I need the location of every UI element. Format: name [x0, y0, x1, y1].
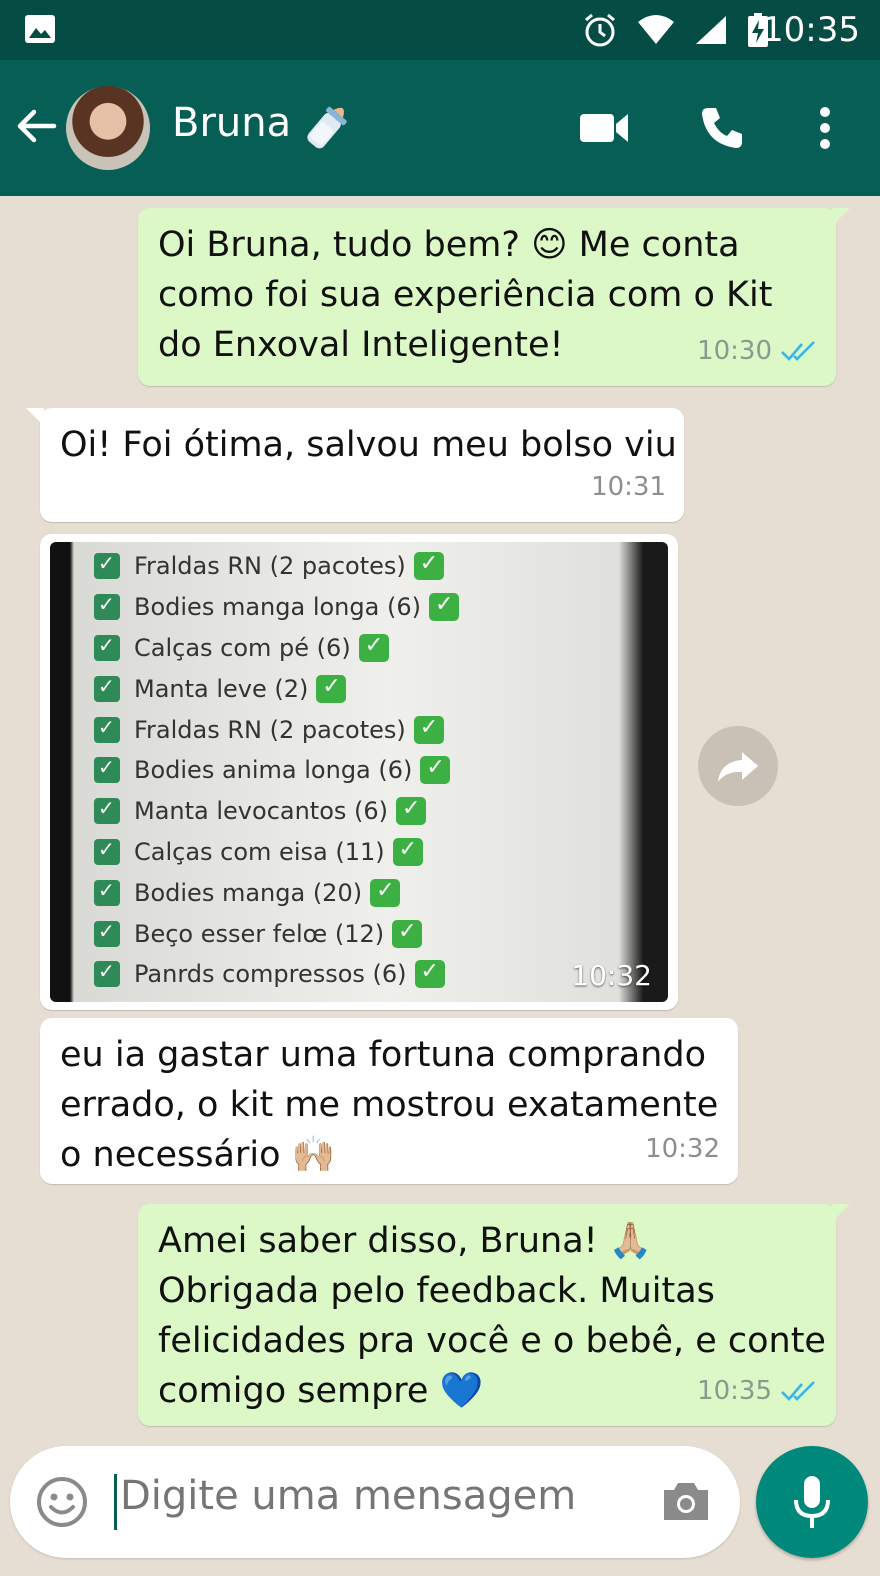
- check-mark-emoji-icon: [414, 959, 445, 989]
- checklist-item: Manta levocantos (6): [94, 791, 459, 832]
- status-bar: 10:35: [0, 0, 880, 60]
- message-incoming[interactable]: eu ia gastar uma fortuna comprando errad…: [40, 1018, 738, 1184]
- check-mark-emoji-icon: [428, 592, 459, 622]
- message-time: 10:32: [645, 1134, 720, 1164]
- message-time: 10:30: [697, 336, 772, 366]
- message-outgoing[interactable]: Oi Bruna, tudo bem? 😊 Me conta como foi …: [138, 208, 850, 386]
- check-mark-emoji-icon: [316, 674, 347, 703]
- message-list: Oi Bruna, tudo bem? 😊 Me conta como foi …: [0, 196, 880, 1446]
- microphone-icon: [794, 1476, 830, 1528]
- message-composer: [10, 1446, 740, 1558]
- checkbox-icon: [94, 796, 120, 825]
- checkbox-icon: [94, 674, 120, 702]
- voice-message-button[interactable]: [756, 1446, 868, 1558]
- checklist-item: Manta leve (2): [94, 668, 459, 709]
- checkbox-icon: [94, 959, 120, 988]
- contact-avatar[interactable]: [66, 86, 150, 170]
- video-call-icon[interactable]: [578, 108, 630, 148]
- checklist-item-label: Manta leve (2): [134, 674, 309, 703]
- checkbox-icon: [94, 551, 120, 580]
- back-arrow-icon[interactable]: [14, 104, 58, 148]
- chat-header: Bruna: [0, 60, 880, 196]
- checkbox-icon: [94, 755, 120, 784]
- checklist-item-label: Panrds compressos (6): [134, 960, 407, 989]
- signal-icon: [696, 16, 726, 44]
- contact-name[interactable]: Bruna: [172, 100, 291, 146]
- check-mark-emoji-icon: [392, 919, 423, 948]
- baby-bottle-icon: [307, 106, 347, 149]
- checklist-item-label: Calças com pé (6): [134, 633, 351, 662]
- checklist-item: Calças com eisa (11): [94, 832, 459, 873]
- check-mark-emoji-icon: [370, 878, 401, 907]
- checklist-item: Fraldas RN (2 pacotes): [94, 709, 459, 750]
- checklist-item: Bodies manga longa (6): [94, 587, 459, 628]
- status-time: 10:35: [762, 10, 860, 50]
- read-double-check-icon: [781, 341, 815, 361]
- checklist-photo[interactable]: Fraldas RN (2 pacotes) Bodies manga longa…: [50, 542, 668, 1002]
- checklist-item: Panrds compressos (6): [94, 954, 459, 995]
- checklist-item: Fraldas RN (2 pacotes): [94, 546, 459, 587]
- message-input[interactable]: [118, 1472, 642, 1520]
- emoji-icon[interactable]: [36, 1476, 88, 1528]
- checklist-item-label: Beço esser felœ (12): [134, 919, 385, 948]
- checkbox-icon: [94, 715, 120, 743]
- message-incoming[interactable]: Oi! Foi ótima, salvou meu bolso viu 10:3…: [26, 408, 684, 522]
- message-time: 10:32: [571, 959, 652, 992]
- check-mark-emoji-icon: [420, 755, 451, 785]
- alarm-icon: [585, 13, 615, 47]
- message-time: 10:31: [591, 472, 666, 502]
- checklist-item-label: Bodies manga longa (6): [134, 593, 421, 622]
- checkbox-icon: [94, 878, 120, 906]
- camera-icon[interactable]: [660, 1478, 712, 1524]
- checklist-item-label: Fraldas RN (2 pacotes): [134, 715, 406, 744]
- checklist-item: Bodies anima longa (6): [94, 750, 459, 791]
- overflow-menu-icon[interactable]: [816, 104, 834, 152]
- voice-call-icon[interactable]: [698, 104, 746, 152]
- check-mark-emoji-icon: [396, 796, 427, 826]
- forward-button[interactable]: [698, 726, 778, 806]
- check-mark-emoji-icon: [392, 837, 423, 866]
- text-caret: [114, 1474, 117, 1530]
- checkbox-icon: [94, 592, 120, 621]
- checklist-item: Calças com pé (6): [94, 628, 459, 669]
- forward-icon: [718, 752, 758, 782]
- check-mark-emoji-icon: [358, 633, 389, 662]
- message-text: eu ia gastar uma fortuna comprando errad…: [60, 1035, 719, 1175]
- checklist-item-label: Bodies anima longa (6): [134, 756, 413, 785]
- gallery-notification-icon: [25, 15, 55, 43]
- checkbox-icon: [94, 919, 120, 947]
- check-mark-emoji-icon: [413, 551, 444, 581]
- checklist-item-label: Bodies manga (20): [134, 878, 363, 907]
- read-double-check-icon: [781, 1381, 815, 1401]
- message-outgoing[interactable]: Amei saber disso, Bruna! 🙏🏼 Obrigada pel…: [138, 1204, 850, 1426]
- checklist-item: Beço esser felœ (12): [94, 913, 459, 954]
- checkbox-icon: [94, 837, 120, 865]
- checklist-item-label: Manta levocantos (6): [134, 797, 389, 826]
- message-text: Oi! Foi ótima, salvou meu bolso viu: [60, 425, 677, 465]
- checklist-item-label: Fraldas RN (2 pacotes): [134, 552, 406, 581]
- message-time: 10:35: [697, 1376, 772, 1406]
- checklist-item-label: Calças com eisa (11): [134, 837, 385, 866]
- message-text: Oi Bruna, tudo bem? 😊 Me conta como foi …: [158, 225, 773, 365]
- checklist: Fraldas RN (2 pacotes) Bodies manga longa…: [94, 546, 459, 995]
- checklist-item: Bodies manga (20): [94, 872, 459, 913]
- checkbox-icon: [94, 633, 120, 661]
- check-mark-emoji-icon: [413, 715, 444, 744]
- image-message[interactable]: Fraldas RN (2 pacotes) Bodies manga longa…: [40, 534, 678, 1010]
- wifi-icon: [638, 15, 674, 44]
